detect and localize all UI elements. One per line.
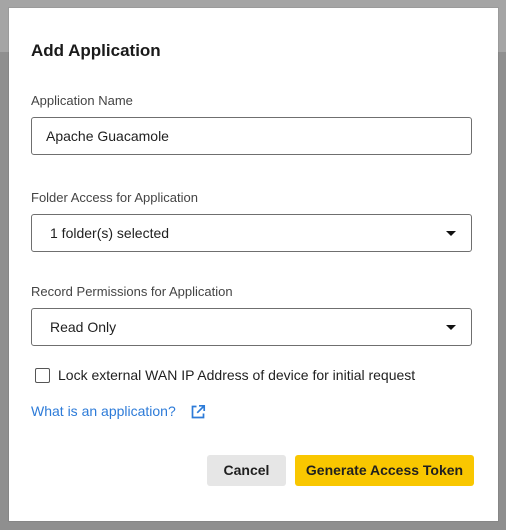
what-is-application-link[interactable]: What is an application? (31, 403, 176, 420)
add-application-dialog: Add Application Application Name Apache … (9, 8, 498, 521)
external-link-icon[interactable] (190, 404, 206, 420)
folder-access-value: 1 folder(s) selected (50, 225, 170, 241)
dialog-title: Add Application (31, 41, 161, 60)
chevron-down-icon (446, 325, 456, 330)
folder-access-label: Folder Access for Application (31, 190, 198, 205)
record-permissions-select[interactable]: Read Only (31, 308, 472, 346)
cancel-button[interactable]: Cancel (207, 455, 286, 486)
record-permissions-value: Read Only (50, 319, 117, 335)
folder-access-select[interactable]: 1 folder(s) selected (31, 214, 472, 252)
application-name-input[interactable]: Apache Guacamole (31, 117, 472, 155)
chevron-down-icon (446, 231, 456, 236)
lock-ip-label[interactable]: Lock external WAN IP Address of device f… (58, 367, 415, 384)
record-permissions-label: Record Permissions for Application (31, 284, 233, 299)
generate-access-token-button[interactable]: Generate Access Token (295, 455, 474, 486)
application-name-value: Apache Guacamole (46, 128, 169, 144)
application-name-label: Application Name (31, 93, 133, 108)
lock-ip-checkbox[interactable] (35, 368, 50, 383)
